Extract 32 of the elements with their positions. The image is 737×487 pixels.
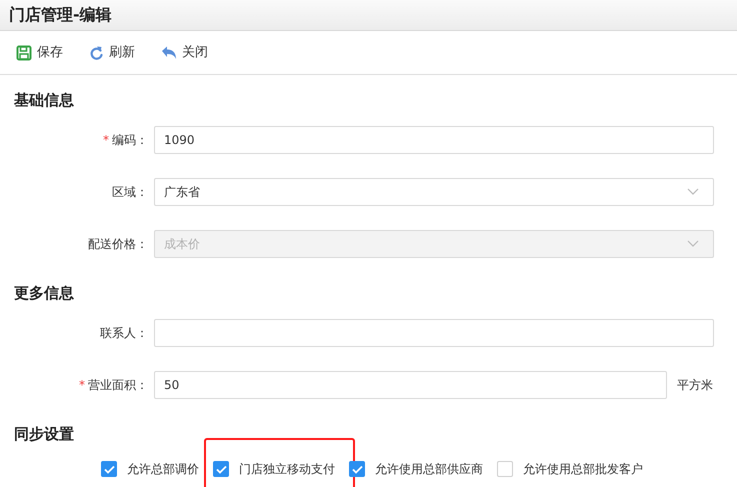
input-field[interactable]: 50	[154, 371, 667, 399]
field-label: 联系人：	[100, 325, 148, 342]
checkbox[interactable]: 门店独立移动支付	[213, 460, 335, 478]
checkbox[interactable]: 允许使用总部供应商	[349, 460, 483, 478]
input-field[interactable]: 1090	[154, 126, 714, 154]
toolbar-button[interactable]: 刷新	[89, 42, 135, 62]
input-field[interactable]	[154, 319, 714, 347]
select-field[interactable]: 广东省	[154, 178, 714, 206]
required-mark: *	[103, 132, 109, 149]
field-label: 配送价格：	[88, 236, 148, 253]
field-label: 编码：	[112, 132, 148, 149]
checkbox-box[interactable]	[497, 461, 513, 477]
undo-arrow-icon	[161, 46, 177, 60]
checkbox-box[interactable]	[101, 461, 117, 477]
field-label: 营业面积：	[88, 377, 148, 394]
section-heading: 基础信息	[14, 90, 74, 112]
toolbar-button[interactable]: 保存	[16, 42, 63, 62]
section-heading: 同步设置	[14, 424, 74, 446]
field-label: 区域：	[112, 184, 148, 201]
section-heading: 更多信息	[14, 283, 74, 304]
window-title: 门店管理-编辑	[9, 4, 112, 26]
save-icon	[16, 44, 32, 60]
checkbox[interactable]: 允许总部调价	[101, 460, 199, 478]
unit-label: 平方米	[677, 377, 714, 394]
chevron-down-icon	[687, 240, 699, 248]
chevron-down-icon	[687, 188, 699, 196]
refresh-icon	[89, 44, 104, 60]
checkbox-box[interactable]	[213, 461, 229, 477]
checkbox-box[interactable]	[349, 461, 365, 477]
required-mark: *	[79, 377, 85, 394]
checkbox[interactable]: 允许使用总部批发客户	[497, 460, 643, 478]
toolbar-button[interactable]: 关闭	[161, 42, 208, 62]
